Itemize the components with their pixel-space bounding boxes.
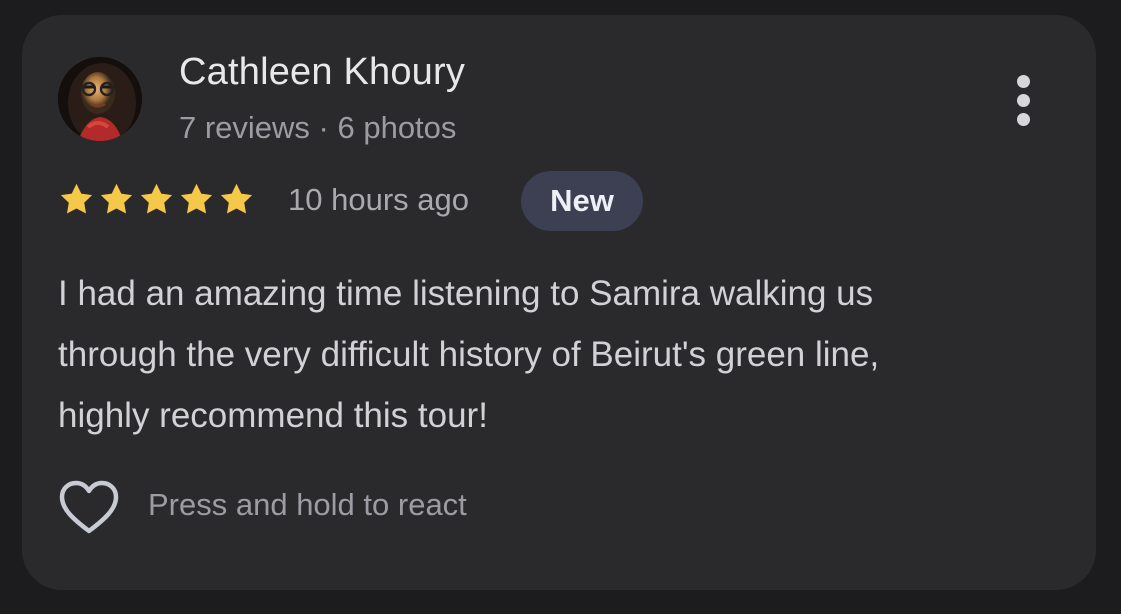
- author-name[interactable]: Cathleen Khoury: [179, 51, 465, 94]
- review-text-line: highly recommend this tour!: [58, 396, 488, 435]
- star-icon: [60, 183, 93, 214]
- review-text-line: through the very difficult history of Be…: [58, 335, 880, 374]
- avatar-photo: [58, 57, 142, 141]
- more-vert-icon[interactable]: [1006, 73, 1040, 129]
- author-avatar[interactable]: [58, 57, 142, 141]
- star-rating: [58, 181, 255, 221]
- heart-outline-icon[interactable]: [58, 479, 120, 537]
- star-icon: [180, 183, 213, 214]
- review-text: I had an amazing time listening to Samir…: [58, 263, 1078, 446]
- more-dot: [1017, 75, 1030, 88]
- react-hint: Press and hold to react: [148, 487, 467, 522]
- new-badge: New: [521, 171, 643, 231]
- star-icon: [140, 183, 173, 214]
- review-text-line: I had an amazing time listening to Samir…: [58, 274, 874, 313]
- author-meta: 7 reviews · 6 photos: [179, 110, 457, 145]
- more-dot: [1017, 113, 1030, 126]
- review-card: Cathleen Khoury 7 reviews · 6 photos 10 …: [22, 15, 1096, 590]
- review-time: 10 hours ago: [288, 182, 469, 217]
- star-icon: [220, 183, 253, 214]
- more-dot: [1017, 94, 1030, 107]
- star-icon: [100, 183, 133, 214]
